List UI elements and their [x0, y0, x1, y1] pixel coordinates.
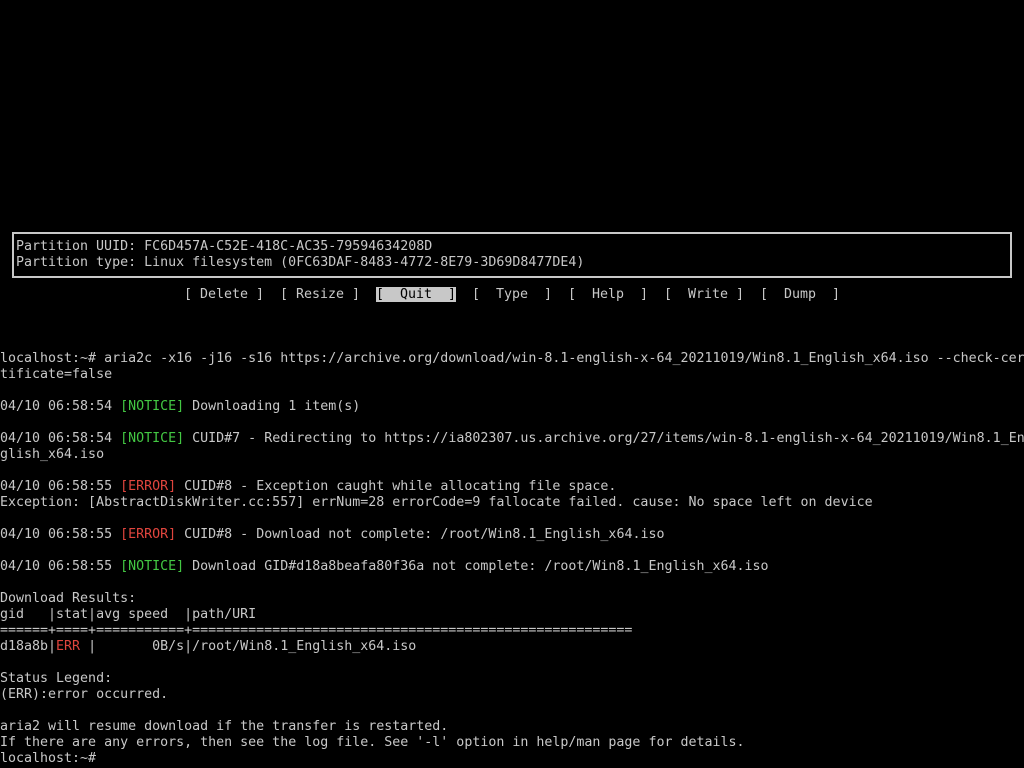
command-line: localhost:~# aria2c -x16 -j16 -s16 https…	[0, 351, 1024, 366]
legend-err: (ERR):error occurred.	[0, 687, 169, 702]
notice-tag: [NOTICE]	[120, 559, 185, 574]
log-line: 04/10 06:58:55 [NOTICE] Download GID#d18…	[0, 559, 1024, 575]
results-row: d18a8b|ERR | 0B/s|/root/Win8.1_English_x…	[0, 639, 1024, 655]
menu-write-button[interactable]: [ Write ]	[664, 287, 744, 303]
log-timestamp: 04/10 06:58:54	[0, 399, 121, 414]
errors-message: If there are any errors, then see the lo…	[0, 735, 745, 750]
resume-message: aria2 will resume download if the transf…	[0, 719, 449, 734]
results-rule: ======+====+===========+================…	[0, 623, 633, 638]
results-title: Download Results:	[0, 591, 137, 606]
shell-prompt[interactable]: localhost:~#	[0, 751, 1024, 767]
menu-type-button[interactable]: [ Type ]	[472, 287, 552, 303]
results-header: gid |stat|avg speed |path/URI	[0, 607, 257, 622]
command-line-wrap: tificate=false	[0, 367, 113, 382]
log-timestamp: 04/10 06:58:55	[0, 479, 121, 494]
log-timestamp: 04/10 06:58:55	[0, 527, 121, 542]
log-message: Download GID#d18a8beafa80f36a not comple…	[184, 559, 769, 574]
partition-info-box: Partition UUID: FC6D457A-C52E-418C-AC35-…	[12, 232, 1012, 278]
result-path: | 0B/s|/root/Win8.1_English_x64.iso	[80, 639, 417, 654]
notice-tag: [NOTICE]	[120, 399, 185, 414]
menu-quit-button[interactable]: [ Quit ]	[376, 287, 457, 303]
menu-quit-label: [ Quit ]	[376, 287, 457, 302]
log-timestamp: 04/10 06:58:54	[0, 431, 121, 446]
log-message: CUID#8 - Exception caught while allocati…	[176, 479, 617, 494]
log-message: CUID#7 - Redirecting to https://ia802307…	[184, 431, 1024, 446]
notice-tag: [NOTICE]	[120, 431, 185, 446]
menu-dump-button[interactable]: [ Dump ]	[760, 287, 840, 303]
legend-title: Status Legend:	[0, 671, 113, 686]
log-line: 04/10 06:58:55 [ERROR] CUID#8 - Exceptio…	[0, 479, 1024, 495]
menu-delete-button[interactable]: [ Delete ]	[184, 287, 264, 303]
prompt-text: localhost:~#	[0, 751, 97, 766]
log-line: 04/10 06:58:55 [ERROR] CUID#8 - Download…	[0, 527, 1024, 543]
exception-line: Exception: [AbstractDiskWriter.cc:557] e…	[0, 495, 873, 510]
log-message: CUID#8 - Download not complete: /root/Wi…	[176, 527, 665, 542]
result-status: ERR	[56, 639, 81, 654]
log-line-wrap: glish_x64.iso	[0, 447, 105, 462]
error-tag: [ERROR]	[120, 479, 177, 494]
menu-help-button[interactable]: [ Help ]	[568, 287, 648, 303]
log-message: Downloading 1 item(s)	[184, 399, 361, 414]
partition-type-line: Partition type: Linux filesystem (0FC63D…	[16, 255, 585, 270]
partition-uuid-line: Partition UUID: FC6D457A-C52E-418C-AC35-…	[16, 239, 433, 254]
log-line: 04/10 06:58:54 [NOTICE] Downloading 1 it…	[0, 399, 1024, 415]
log-line: 04/10 06:58:54 [NOTICE] CUID#7 - Redirec…	[0, 431, 1024, 447]
result-gid: d18a8b|	[0, 639, 57, 654]
menu-resize-button[interactable]: [ Resize ]	[280, 287, 360, 303]
log-timestamp: 04/10 06:58:55	[0, 559, 121, 574]
error-tag: [ERROR]	[120, 527, 177, 542]
